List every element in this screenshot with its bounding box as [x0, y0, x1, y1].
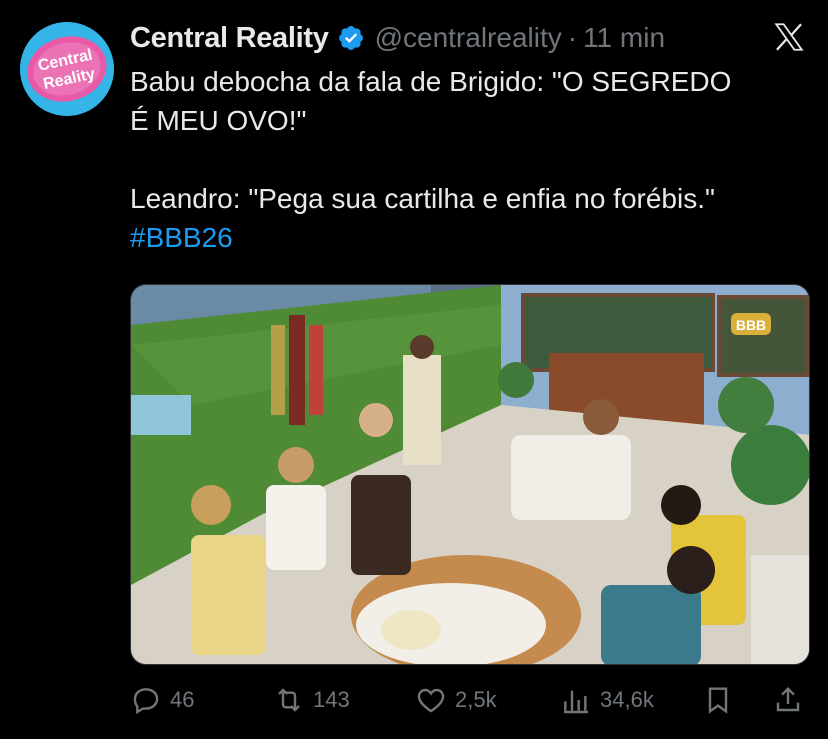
bookmark-icon: [708, 687, 728, 714]
tweet-media-image[interactable]: BBB: [130, 284, 810, 665]
reply-icon: [133, 688, 159, 715]
hashtag-link[interactable]: #BBB26: [130, 222, 233, 253]
share-button[interactable]: [772, 680, 804, 720]
reply-button[interactable]: 46: [130, 680, 194, 720]
repost-count: 143: [313, 687, 350, 712]
action-bar: 46 143 2,5k 34,6k: [130, 680, 810, 720]
views-count: 34,6k: [600, 687, 654, 712]
verified-badge-icon: [338, 26, 363, 50]
avatar[interactable]: Central Reality: [20, 22, 114, 116]
bbb-logo: BBB: [736, 317, 766, 333]
tweet-line-2: É MEU OVO!": [130, 105, 307, 136]
media-scene: BBB: [131, 285, 809, 664]
repost-icon: [278, 688, 300, 712]
views-icon: [564, 690, 588, 714]
reply-count: 46: [170, 687, 195, 712]
like-button[interactable]: 2,5k: [415, 680, 497, 720]
tweet-header: Central Reality @centralreality · 11 min: [130, 20, 665, 56]
handle[interactable]: @centralreality: [375, 22, 562, 54]
bookmark-button[interactable]: [702, 680, 734, 720]
repost-button[interactable]: 143: [273, 680, 350, 720]
timestamp[interactable]: 11 min: [583, 22, 665, 54]
display-name[interactable]: Central Reality: [130, 22, 329, 55]
like-icon: [417, 688, 445, 713]
like-count: 2,5k: [455, 687, 497, 712]
x-logo-icon[interactable]: [772, 20, 806, 54]
share-icon: [776, 686, 800, 712]
separator-dot: ·: [567, 22, 578, 53]
tweet-line-1: Babu debocha da fala de Brigido: "O SEGR…: [130, 66, 732, 97]
tweet-line-4: Leandro: "Pega sua cartilha e enfia no f…: [130, 183, 715, 214]
tweet-text: Babu debocha da fala de Brigido: "O SEGR…: [130, 62, 810, 257]
central-reality-logo: Central Reality: [20, 22, 114, 116]
views-button[interactable]: 34,6k: [560, 680, 654, 720]
